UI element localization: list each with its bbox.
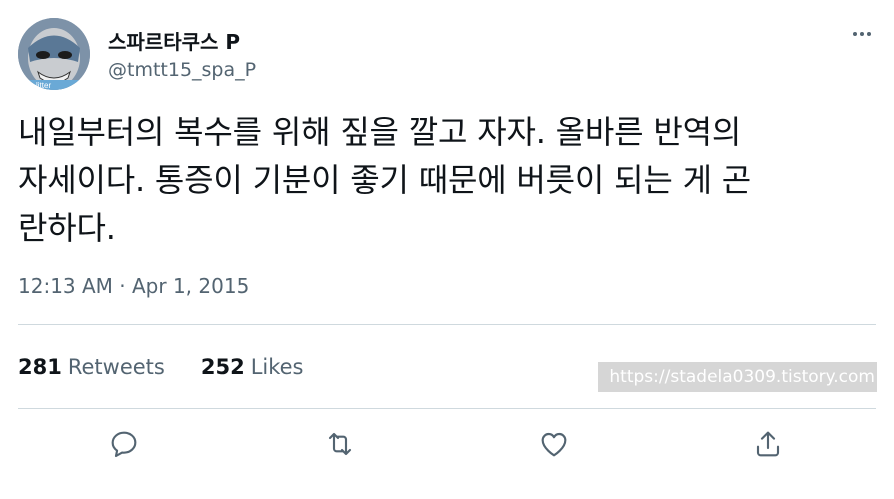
avatar[interactable]: litter [18,18,90,90]
more-dot-icon [860,32,864,36]
reply-icon [111,431,137,458]
retweets-count: 281 [18,355,62,379]
likes-label: Likes [250,355,304,379]
tweet-text-line: 내일부터의 복수를 위해 짚을 깔고 자자. 올바른 반역의 [18,113,742,151]
author-display-name[interactable]: 스파르타쿠스 P [108,26,240,55]
likes-stat[interactable]: 252 Likes [201,355,304,379]
retweet-button[interactable] [320,424,360,464]
tweet-text: 내일부터의 복수를 위해 짚을 깔고 자자. 올바른 반역의 자세이다. 통증이… [18,108,880,252]
tweet-text-line: 란하다. [18,209,116,247]
action-bar [0,424,894,468]
tweet-timestamp[interactable]: 12:13 AM · Apr 1, 2015 [18,274,249,298]
masked-face-avatar-image: litter [18,18,90,90]
share-icon [756,431,780,457]
tweet-text-line: 자세이다. 통증이 기분이 좋기 때문에 버릇이 되는 게 곤 [18,161,752,199]
watermark: https://stadela0309.tistory.com [598,362,877,392]
more-dot-icon [867,32,871,36]
author-handle[interactable]: @tmtt15_spa_P [108,59,256,81]
tweet-stats: 281 Retweets 252 Likes [18,355,304,379]
more-options-button[interactable] [846,22,878,46]
retweets-label: Retweets [67,355,165,379]
heart-icon [541,432,567,457]
divider [18,324,876,325]
retweets-stat[interactable]: 281 Retweets [18,355,165,379]
more-dot-icon [853,32,857,36]
avatar-badge-text: litter [36,81,51,90]
divider [18,408,876,409]
share-button[interactable] [748,424,788,464]
likes-count: 252 [200,355,245,379]
reply-button[interactable] [104,424,144,464]
retweet-icon [328,432,352,456]
like-button[interactable] [534,424,574,464]
